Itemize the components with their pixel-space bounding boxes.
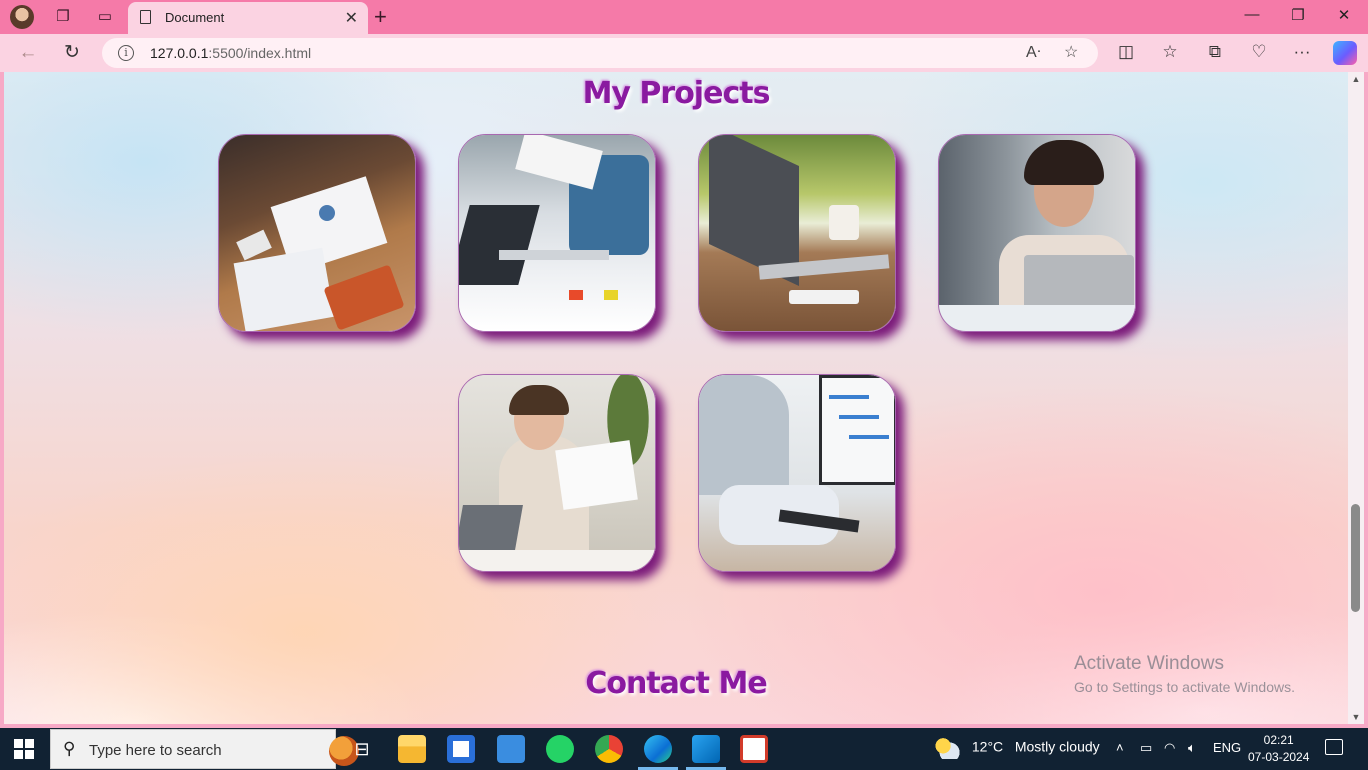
edge-icon[interactable] — [644, 735, 672, 763]
microsoft-store-icon[interactable] — [447, 735, 475, 763]
chevron-up-icon[interactable]: ˄ — [1116, 740, 1124, 755]
project-image-4[interactable] — [938, 134, 1136, 332]
weather-widget[interactable]: 12°C Mostly cloudy — [934, 737, 1100, 759]
tab-actions-icon[interactable]: ▭ — [94, 6, 116, 28]
site-info-icon[interactable]: i — [118, 45, 134, 61]
battery-icon[interactable]: ▭ — [1140, 740, 1152, 756]
taskbar: ⚲ Type here to search ⊟ 12°C Mostly clou… — [0, 728, 1368, 770]
favorite-star-icon[interactable]: ☆ — [1064, 42, 1078, 62]
watermark-line-2: Go to Settings to activate Windows. — [1074, 679, 1295, 695]
mail-icon[interactable] — [497, 735, 525, 763]
weather-text: Mostly cloudy — [1014, 738, 1100, 755]
project-image-3[interactable] — [698, 134, 896, 332]
copilot-icon[interactable] — [1333, 41, 1357, 65]
project-image-6[interactable] — [698, 374, 896, 572]
project-image-1[interactable] — [218, 134, 416, 332]
close-tab-icon[interactable]: ✕ — [345, 8, 358, 28]
project-image-5[interactable] — [458, 374, 656, 572]
scroll-up-icon[interactable]: ▲ — [1351, 74, 1361, 84]
windows-start-icon[interactable] — [14, 739, 34, 759]
partly-cloudy-icon — [934, 737, 960, 759]
vscode-icon[interactable] — [692, 735, 720, 763]
title-bar: ❐ ▭ Document ✕ + — ❐ ✕ — [0, 0, 1368, 34]
document-icon — [140, 10, 151, 24]
new-tab-icon[interactable]: + — [374, 4, 387, 30]
tab-title: Document — [165, 10, 225, 25]
more-options-icon[interactable]: ··· — [1290, 42, 1314, 62]
split-screen-icon[interactable]: ◫ — [1114, 42, 1138, 62]
presentation-app-icon[interactable] — [740, 735, 768, 763]
scroll-down-icon[interactable]: ▼ — [1351, 712, 1361, 722]
file-explorer-icon[interactable] — [398, 735, 426, 763]
clock[interactable]: 02:21 07-03-2024 — [1248, 732, 1309, 766]
favorites-icon[interactable]: ☆ — [1158, 42, 1182, 62]
browser-essentials-icon[interactable]: ♡ — [1247, 42, 1271, 62]
page-viewport: My Projects Contact Me — [4, 72, 1348, 724]
address-bar[interactable]: i 127.0.0.1:5500/index.html Aᐧ ☆ — [102, 38, 1098, 68]
language-indicator[interactable]: ENG — [1213, 740, 1241, 755]
refresh-icon[interactable]: ↻ — [58, 40, 86, 66]
back-icon[interactable]: ← — [14, 40, 42, 66]
collections-icon[interactable]: ⧉ — [1203, 42, 1227, 62]
read-aloud-icon[interactable]: Aᐧ — [1026, 42, 1041, 62]
notification-icon[interactable] — [1325, 739, 1343, 755]
scroll-thumb[interactable] — [1351, 504, 1360, 612]
profile-avatar[interactable] — [10, 5, 34, 29]
clock-time: 02:21 — [1263, 733, 1294, 747]
whatsapp-icon[interactable] — [546, 735, 574, 763]
task-view-icon[interactable]: ⊟ — [348, 735, 376, 763]
search-placeholder: Type here to search — [89, 742, 222, 759]
wifi-icon[interactable]: ◠ — [1164, 740, 1175, 756]
taskbar-search-box[interactable]: ⚲ Type here to search — [50, 729, 359, 769]
tab-document[interactable]: Document ✕ — [128, 2, 368, 34]
volume-icon[interactable]: 🔈︎ — [1188, 740, 1196, 756]
workspaces-icon[interactable]: ❐ — [52, 6, 74, 28]
url-text: 127.0.0.1:5500/index.html — [150, 45, 312, 61]
projects-heading: My Projects — [582, 76, 771, 111]
temperature: 12°C — [971, 738, 1004, 755]
minimize-icon[interactable]: — — [1237, 6, 1267, 23]
page-scrollbar[interactable]: ▲ ▼ — [1348, 72, 1364, 724]
search-icon: ⚲ — [63, 739, 76, 758]
activate-windows-watermark: Activate Windows Go to Settings to activ… — [1074, 653, 1295, 695]
project-image-2[interactable] — [458, 134, 656, 332]
chrome-icon[interactable] — [595, 735, 623, 763]
watermark-line-1: Activate Windows — [1074, 653, 1224, 674]
close-window-icon[interactable]: ✕ — [1329, 6, 1359, 24]
browser-toolbar: ← ↻ i 127.0.0.1:5500/index.html Aᐧ ☆ ◫ ☆… — [0, 34, 1368, 72]
restore-icon[interactable]: ❐ — [1283, 6, 1313, 24]
clock-date: 07-03-2024 — [1248, 750, 1310, 764]
